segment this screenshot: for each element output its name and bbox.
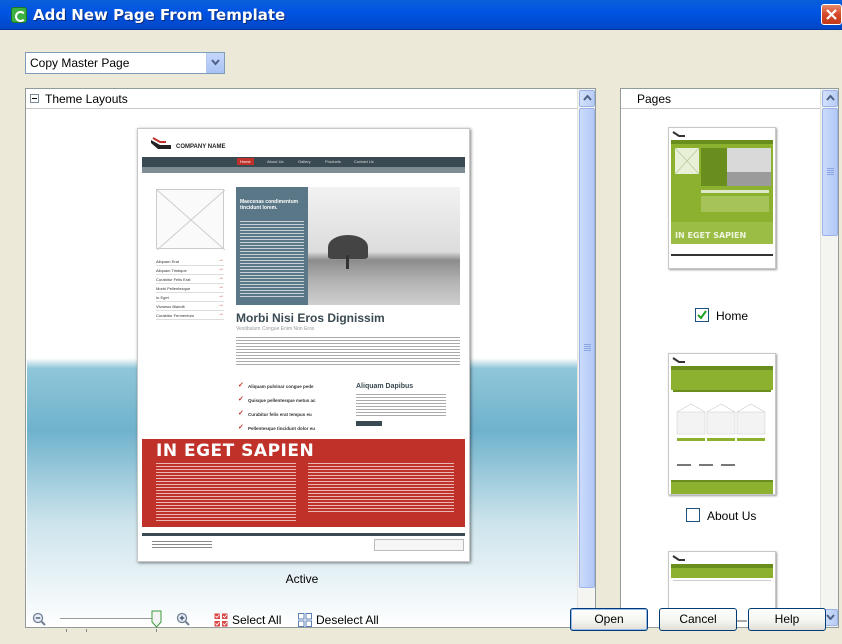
chevron-up-icon — [583, 95, 592, 101]
template-side-link: Curabitur Felis Erat — [156, 275, 224, 284]
template-banner-title: IN EGET SAPIEN — [156, 441, 315, 461]
zoom-slider-thumb[interactable] — [151, 610, 162, 628]
zoom-out-icon[interactable] — [32, 612, 46, 626]
template-paragraph — [236, 337, 460, 367]
collapse-icon[interactable] — [30, 94, 39, 103]
template-thumbnail[interactable]: COMPANY NAME Home About Us Gallery Produ… — [137, 128, 470, 562]
window-title: Add New Page From Template — [33, 6, 286, 24]
pages-scrollbar[interactable] — [820, 89, 838, 627]
template-side-link: Vivamus Blandit — [156, 302, 224, 311]
scroll-thumb[interactable] — [822, 108, 838, 236]
close-button[interactable] — [821, 4, 842, 25]
template-nav-item: Home — [237, 158, 254, 165]
deselect-all-icon — [298, 613, 312, 627]
template-aside-text — [356, 394, 446, 416]
template-heading: Morbi Nisi Eros Dignissim — [236, 311, 385, 325]
template-side-link: Aliquam Tristique — [156, 266, 224, 275]
template-footer-search — [374, 539, 464, 551]
template-nav-item: About Us — [267, 159, 284, 164]
template-banner-text — [308, 463, 454, 513]
scroll-up-button[interactable] — [822, 90, 838, 107]
about-us-page-checkbox[interactable] — [686, 508, 700, 522]
about-us-page-label[interactable]: About Us — [707, 509, 756, 523]
theme-layouts-panel: Theme Layouts COMPANY NAME Home About Us… — [25, 88, 596, 628]
layout-active-label: Active — [285, 572, 319, 586]
template-banner-text — [156, 463, 296, 521]
pages-list: IN EGET SAPIEN Home About Us — [622, 110, 820, 627]
home-page-checkbox[interactable] — [695, 308, 709, 322]
template-side-link: Curabitur Fermentum — [156, 311, 224, 320]
page-thumbnail-home[interactable]: IN EGET SAPIEN — [668, 127, 776, 269]
select-all-label: Select All — [232, 613, 282, 627]
home-thumb-banner: IN EGET SAPIEN — [675, 231, 746, 240]
template-picture-placeholder — [156, 189, 225, 250]
template-mode-value: Copy Master Page — [30, 56, 130, 70]
zoom-tick — [86, 629, 87, 632]
pages-title: Pages — [637, 92, 672, 106]
app-icon — [11, 7, 27, 23]
pages-panel: Pages IN EGET SAPIEN Home About Us — [620, 88, 839, 628]
template-nav-item: Products — [325, 159, 341, 164]
template-side-links: Aliquam Erat Aliquam Tristique Curabitur… — [156, 257, 224, 320]
page-thumbnail-about-us[interactable] — [668, 353, 776, 495]
zoom-slider-track[interactable] — [60, 618, 160, 620]
scroll-up-button[interactable] — [579, 90, 595, 107]
template-footer-bar — [142, 533, 465, 536]
template-side-link: Aliquam Erat — [156, 257, 224, 266]
template-check-item: Aliquam pulvinar congue pede — [236, 381, 346, 395]
theme-layouts-header[interactable]: Theme Layouts — [26, 89, 578, 109]
template-nav-item: Contact Us — [354, 159, 374, 164]
chevron-up-icon — [826, 95, 835, 101]
dropdown-button[interactable] — [206, 53, 224, 73]
theme-layouts-scrollbar[interactable] — [577, 89, 595, 627]
tree-image — [328, 235, 368, 269]
zoom-in-icon[interactable] — [176, 612, 190, 626]
zoom-tick — [66, 629, 67, 632]
template-feature-box: Maecenas condimentum tincidunt lorem. — [236, 187, 308, 305]
template-nav: Home About Us Gallery Products Contact U… — [142, 157, 465, 167]
open-button[interactable]: Open — [570, 608, 648, 631]
template-banner: IN EGET SAPIEN — [142, 439, 465, 527]
close-icon — [826, 9, 837, 20]
scroll-thumb[interactable] — [579, 108, 595, 588]
template-side-link: Morbi Pellentesque — [156, 284, 224, 293]
dialog-body: Copy Master Page Theme Layouts COMPANY N… — [0, 30, 842, 644]
chevron-down-icon — [826, 614, 835, 620]
about-page-preview — [669, 354, 775, 494]
template-aside-heading: Aliquam Dapibus — [356, 383, 414, 390]
template-check-item: Quisque pellentesque metus ac — [236, 395, 346, 409]
home-page-preview: IN EGET SAPIEN — [669, 128, 775, 268]
home-page-label[interactable]: Home — [716, 309, 748, 323]
help-button[interactable]: Help — [748, 608, 826, 631]
template-check-list: Aliquam pulvinar congue pede Quisque pel… — [236, 381, 346, 437]
template-mode-select[interactable]: Copy Master Page — [25, 52, 225, 74]
template-subheading: Vestibulum Congue Enim Non Eros — [236, 326, 315, 332]
template-feature-text — [240, 221, 304, 299]
template-side-link: In Eget — [156, 293, 224, 302]
template-check-item: Pellentesque tincidunt dolor eu — [236, 423, 346, 437]
chevron-down-icon — [211, 59, 220, 66]
template-feature-heading: Maecenas condimentum tincidunt lorem. — [240, 199, 299, 211]
cancel-button[interactable]: Cancel — [659, 608, 737, 631]
company-logo-icon — [151, 137, 171, 149]
template-nav-item: Gallery — [298, 159, 311, 164]
template-aside-button — [356, 421, 382, 426]
deselect-all-label: Deselect All — [316, 613, 379, 627]
template-check-item: Curabitur felis erat tempus eu — [236, 409, 346, 423]
select-all-icon — [214, 613, 228, 627]
pages-header: Pages — [621, 89, 821, 109]
theme-layouts-title: Theme Layouts — [45, 92, 128, 106]
checkmark-icon — [697, 310, 707, 320]
title-bar[interactable]: Add New Page From Template — [0, 0, 842, 30]
layout-preview-area: COMPANY NAME Home About Us Gallery Produ… — [27, 110, 577, 627]
template-photo — [308, 187, 460, 305]
picture-placeholder-icon — [157, 190, 225, 250]
template-nav-stripe — [142, 167, 465, 173]
zoom-tick — [156, 629, 157, 632]
template-footer-text — [152, 541, 212, 549]
template-company-name: COMPANY NAME — [176, 144, 226, 150]
